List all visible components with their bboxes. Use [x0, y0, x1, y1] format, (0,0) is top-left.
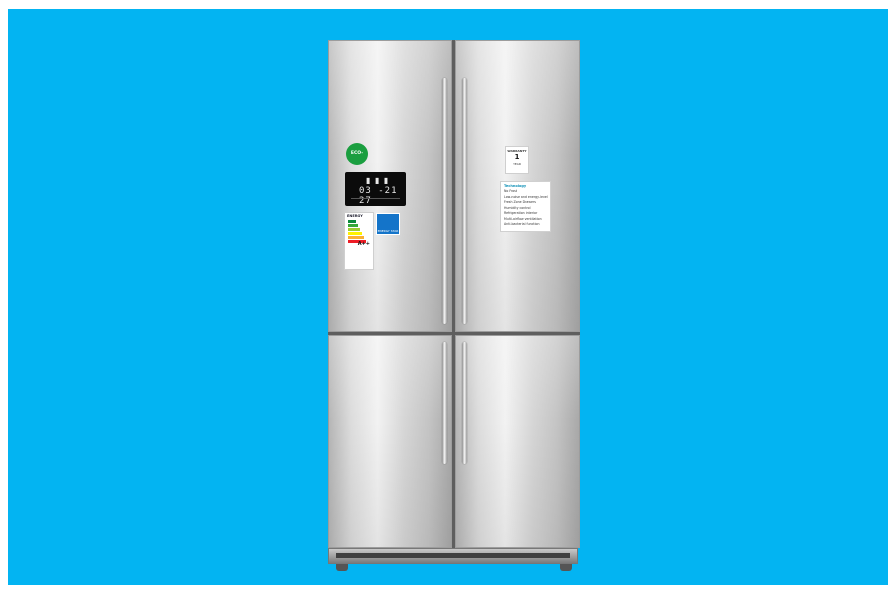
upper-right-handle	[462, 78, 467, 324]
vent-grille	[336, 553, 570, 558]
energy-label: ENERGY A++	[344, 212, 374, 270]
warranty-sticker: WARRANTY 1 YEAR	[505, 146, 529, 174]
backdrop: ECO-WAY ▮ ▮ ▮ 03 -21 27 ENERGY A++ ENERG…	[8, 9, 888, 585]
warranty-unit: YEAR	[513, 162, 521, 166]
display-readout: 03 -21 27	[359, 186, 398, 206]
energy-star-text: ENERGY STAR	[377, 229, 399, 233]
feature-item: Anti-bacterial function	[504, 222, 540, 226]
features-title: Technology	[504, 184, 527, 188]
energy-class: A++	[357, 241, 370, 247]
lower-right-handle	[462, 342, 467, 464]
center-seam	[452, 40, 455, 548]
energy-bar-5	[348, 236, 364, 239]
lower-left-handle	[442, 342, 447, 464]
display-icons: ▮ ▮ ▮	[366, 176, 390, 185]
features-sticker: Technology No Frost Low-noise and energy…	[500, 181, 551, 232]
energy-star-label: ENERGY STAR	[376, 213, 400, 235]
lower-left-drawer	[328, 335, 452, 548]
energy-label-brand: ENERGY	[347, 214, 363, 218]
warranty-years: 1	[514, 153, 520, 161]
energy-bar-1	[348, 220, 356, 223]
control-display: ▮ ▮ ▮ 03 -21 27	[345, 172, 406, 206]
energy-bar-2	[348, 224, 358, 227]
energy-bar-4	[348, 232, 362, 235]
refrigerator: ECO-WAY ▮ ▮ ▮ 03 -21 27 ENERGY A++ ENERG…	[326, 40, 582, 572]
energy-bar-3	[348, 228, 360, 231]
eco-badge: ECO-WAY	[346, 143, 368, 178]
right-foot	[560, 564, 572, 571]
left-foot	[336, 564, 348, 571]
display-divider	[351, 198, 400, 199]
lower-right-drawer	[455, 335, 580, 548]
upper-left-handle	[442, 78, 447, 324]
horizontal-seam	[328, 332, 580, 335]
